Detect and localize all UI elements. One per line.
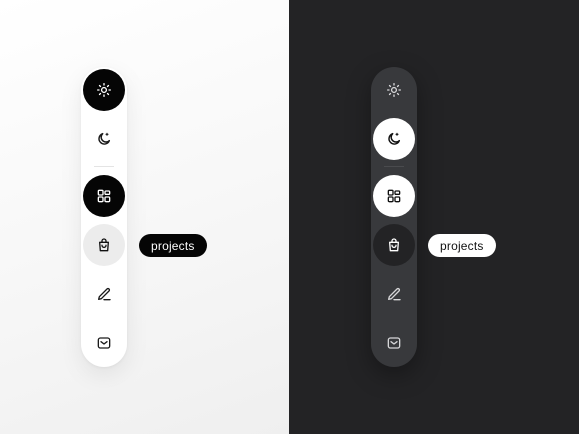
light-theme-panel: projects (0, 0, 289, 434)
shopping-bag-icon (386, 237, 402, 253)
inbox-icon (96, 335, 112, 351)
sidebar-item-dashboard[interactable] (83, 175, 125, 217)
moon-icon (386, 131, 402, 147)
sidebar-divider (94, 166, 114, 167)
sidebar-item-edit[interactable] (373, 273, 415, 315)
sidebar-item-inbox[interactable] (83, 322, 125, 364)
moon-icon (96, 131, 112, 147)
sidebar-item-dashboard[interactable] (373, 175, 415, 217)
pencil-icon (96, 286, 112, 302)
dashboard-grid-icon (386, 188, 402, 204)
sidebar-divider (384, 166, 404, 167)
sidebar-nav (371, 67, 417, 367)
sidebar-item-light-mode[interactable] (373, 69, 415, 111)
sun-icon (386, 82, 402, 98)
sidebar-item-edit[interactable] (83, 273, 125, 315)
sidebar-item-dark-mode[interactable] (83, 118, 125, 160)
projects-tooltip: projects (139, 234, 207, 257)
sidebar-item-light-mode[interactable] (83, 69, 125, 111)
sidebar-item-inbox[interactable] (373, 322, 415, 364)
dashboard-grid-icon (96, 188, 112, 204)
sidebar-item-projects[interactable] (373, 224, 415, 266)
sidebar-item-dark-mode[interactable] (373, 118, 415, 160)
projects-tooltip: projects (428, 234, 496, 257)
sun-icon (96, 82, 112, 98)
shopping-bag-icon (96, 237, 112, 253)
sidebar-nav (81, 67, 127, 367)
sidebar-item-projects[interactable] (83, 224, 125, 266)
inbox-icon (386, 335, 402, 351)
dark-theme-panel: projects (289, 0, 579, 434)
pencil-icon (386, 286, 402, 302)
